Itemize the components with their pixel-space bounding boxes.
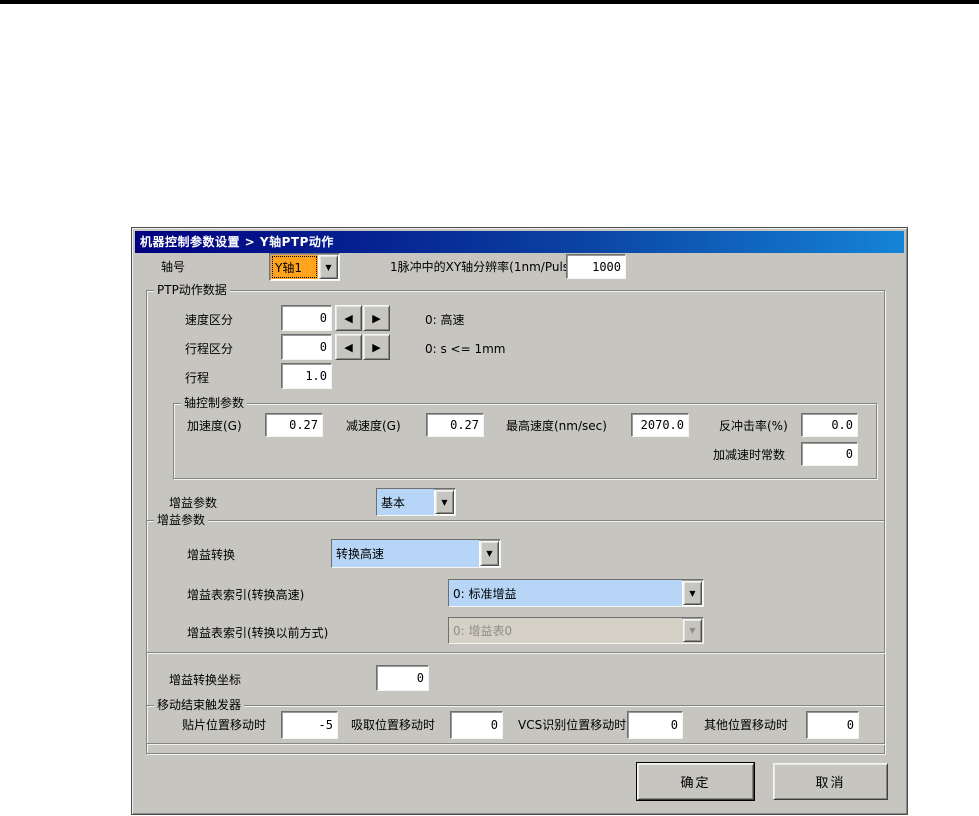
gain-index-prev-combo: 0: 增益表0 ▼ — [448, 617, 704, 644]
gain-index-high-dropdown-icon[interactable]: ▼ — [683, 581, 702, 605]
axis-select-value: Y轴1 — [271, 255, 318, 279]
gain-switch-combo[interactable]: 转换高速 ▼ — [331, 539, 501, 568]
gain-index-prev-value: 0: 增益表0 — [449, 618, 682, 643]
gain-param-label: 增益参数 — [169, 496, 218, 510]
ptp-data-group-title: PTP动作数据 — [154, 283, 230, 298]
accel-input[interactable] — [265, 413, 323, 437]
gain-index-prev-label: 增益表索引(转换以前方式) — [187, 626, 329, 640]
trigger-group-title: 移动结束触发器 — [154, 698, 245, 713]
axis-control-group-title: 轴控制参数 — [181, 396, 248, 411]
time-constant-label: 加减速时常数 — [713, 448, 786, 462]
gain-index-high-combo[interactable]: 0: 标准增益 ▼ — [448, 579, 704, 607]
speed-class-decrement-icon[interactable]: ◀ — [335, 305, 362, 331]
vcs-pos-input[interactable] — [627, 711, 683, 739]
axis-select-combo[interactable]: Y轴1 ▼ — [269, 253, 340, 281]
place-pos-input[interactable] — [281, 711, 338, 739]
place-pos-label: 贴片位置移动时 — [182, 718, 267, 732]
gain-param-combo[interactable]: 基本 ▼ — [376, 488, 456, 516]
stroke-class-desc: 0: s <= 1mm — [425, 342, 506, 356]
gain-param-dropdown-icon[interactable]: ▼ — [435, 490, 454, 514]
dialog-title-bar[interactable]: 机器控制参数设置 > Y轴PTP动作 — [135, 231, 904, 253]
gain-index-high-label: 增益表索引(转换高速) — [187, 588, 305, 602]
stroke-class-increment-icon[interactable]: ▶ — [363, 334, 390, 360]
resolution-input[interactable] — [566, 254, 626, 279]
stroke-class-input[interactable] — [281, 334, 332, 360]
pickup-pos-label: 吸取位置移动时 — [351, 718, 436, 732]
accel-label: 加速度(G) — [187, 419, 242, 433]
stroke-class-label: 行程区分 — [185, 342, 234, 356]
speed-class-increment-icon[interactable]: ▶ — [363, 305, 390, 331]
other-pos-input[interactable] — [806, 711, 859, 739]
machine-param-dialog: 机器控制参数设置 > Y轴PTP动作 轴号 Y轴1 ▼ 1脉冲中的XY轴分辨率(… — [131, 227, 908, 815]
max-speed-input[interactable] — [631, 413, 689, 437]
gain-switch-label: 增益转换 — [187, 548, 236, 562]
speed-class-input[interactable] — [281, 305, 332, 331]
recoil-rate-label: 反冲击率(%) — [719, 419, 788, 433]
gain-switch-dropdown-icon[interactable]: ▼ — [480, 541, 499, 566]
decel-label: 减速度(G) — [346, 419, 401, 433]
gain-coord-input[interactable] — [376, 665, 429, 691]
speed-class-desc: 0: 高速 — [425, 313, 465, 327]
other-pos-label: 其他位置移动时 — [704, 718, 789, 732]
stroke-label: 行程 — [185, 371, 210, 385]
axis-number-label: 轴号 — [161, 260, 186, 274]
gain-coord-label: 增益转换坐标 — [169, 673, 242, 687]
vcs-pos-label: VCS识别位置移动时 — [518, 718, 627, 732]
axis-combo-dropdown-icon[interactable]: ▼ — [319, 255, 338, 279]
gain-group-title: 增益参数 — [154, 513, 209, 528]
stroke-input[interactable] — [281, 363, 332, 389]
dialog-title: 机器控制参数设置 > Y轴PTP动作 — [140, 235, 334, 249]
decel-input[interactable] — [426, 413, 484, 437]
speed-class-label: 速度区分 — [185, 313, 234, 327]
gain-index-high-value: 0: 标准增益 — [449, 580, 682, 606]
max-speed-label: 最高速度(nm/sec) — [506, 419, 607, 433]
pickup-pos-input[interactable] — [450, 711, 503, 739]
recoil-rate-input[interactable] — [801, 413, 858, 437]
gain-param-value: 基本 — [377, 489, 434, 515]
gain-index-prev-dropdown-icon: ▼ — [683, 619, 702, 642]
resolution-label: 1脉冲中的XY轴分辨率(1nm/Pulse) — [390, 260, 582, 274]
stroke-class-decrement-icon[interactable]: ◀ — [335, 334, 362, 360]
gain-switch-value: 转换高速 — [332, 540, 479, 567]
cancel-button[interactable]: 取消 — [773, 763, 888, 800]
ok-button[interactable]: 确定 — [636, 762, 755, 801]
page-subheader-rule — [0, 0, 979, 3]
time-constant-input[interactable] — [801, 442, 858, 466]
